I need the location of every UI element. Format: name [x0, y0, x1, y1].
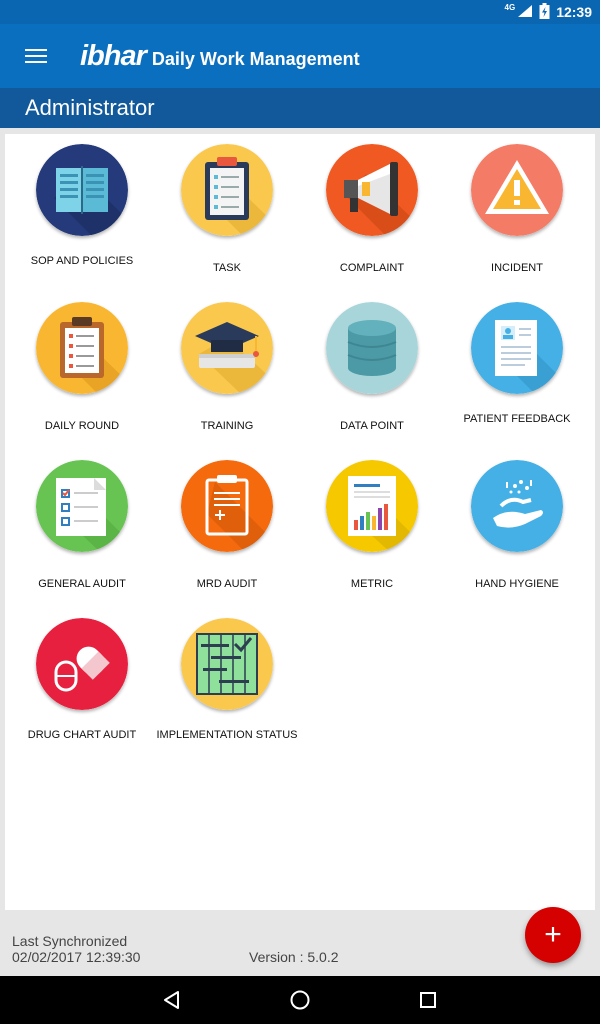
graduation-cap-icon — [181, 302, 273, 394]
module-label: DAILY ROUND — [44, 420, 120, 432]
module-label: PATIENT FEEDBACK — [463, 413, 571, 425]
module-training[interactable]: TRAINING — [154, 292, 300, 442]
module-label: SOP AND POLICIES — [30, 255, 134, 267]
brand-logo: ibhar — [80, 40, 147, 72]
module-label: MRD AUDIT — [196, 578, 258, 590]
system-nav-bar — [0, 976, 600, 1024]
brand: ibhar Daily Work Management — [80, 38, 360, 74]
module-hand-hygiene[interactable]: HAND HYGIENE — [444, 450, 590, 600]
module-metric[interactable]: METRIC — [299, 450, 445, 600]
role-header: Administrator — [0, 88, 600, 128]
status-grid-icon — [181, 618, 273, 710]
module-general-audit[interactable]: GENERAL AUDIT — [9, 450, 155, 600]
last-synchronized-time: 02/02/2017 12:39:30 — [12, 949, 141, 965]
hand-wash-icon — [471, 460, 563, 552]
module-complaint[interactable]: COMPLAINT — [299, 134, 445, 284]
status-time: 12:39 — [556, 4, 592, 20]
checkbox-list-icon — [36, 460, 128, 552]
module-label: INCIDENT — [491, 262, 543, 274]
pill-icon — [36, 618, 128, 710]
signal-icon — [517, 4, 533, 21]
module-patient-feedback[interactable]: PATIENT FEEDBACK — [444, 292, 590, 442]
network-type-label: 4G — [504, 2, 516, 12]
module-label: TASK — [213, 262, 241, 274]
module-incident[interactable]: INCIDENT — [444, 134, 590, 284]
bar-report-icon — [326, 460, 418, 552]
module-label: DRUG CHART AUDIT — [27, 729, 137, 741]
app-title: Daily Work Management — [151, 49, 360, 69]
warning-icon — [471, 144, 563, 236]
patient-document-icon — [471, 302, 563, 394]
last-synchronized-label: Last Synchronized — [12, 933, 128, 949]
clipboard-icon — [181, 144, 273, 236]
footer: Last Synchronized 02/02/2017 12:39:30 Ve… — [0, 910, 600, 976]
module-daily-round[interactable]: DAILY ROUND — [9, 292, 155, 442]
module-label: DATA POINT — [340, 420, 404, 432]
recents-icon[interactable] — [416, 988, 440, 1012]
home-icon[interactable] — [288, 988, 312, 1012]
add-button[interactable]: + — [525, 907, 581, 963]
checklist-clipboard-icon — [36, 302, 128, 394]
module-label: GENERAL AUDIT — [38, 578, 126, 590]
battery-icon — [539, 2, 550, 22]
module-task[interactable]: TASK — [154, 134, 300, 284]
megaphone-icon — [326, 144, 418, 236]
module-label: IMPLEMENTATION STATUS — [156, 729, 298, 741]
app-bar: ibhar Daily Work Management — [0, 24, 600, 88]
status-indicators: 4G 12:39 — [504, 2, 592, 22]
add-icon: + — [544, 918, 562, 951]
module-grid: SOP AND POLICIES TASK COMPLAINT INCIDENT… — [5, 134, 595, 910]
back-icon[interactable] — [160, 988, 184, 1012]
book-icon — [36, 144, 128, 236]
module-data-point[interactable]: DATA POINT — [299, 292, 445, 442]
module-implementation-status[interactable]: IMPLEMENTATION STATUS — [154, 608, 300, 758]
hamburger-menu-icon[interactable] — [20, 40, 52, 72]
module-label: HAND HYGIENE — [475, 578, 559, 590]
status-bar: 4G 12:39 — [0, 0, 600, 24]
database-icon — [326, 302, 418, 394]
module-label: METRIC — [350, 578, 394, 590]
module-label: TRAINING — [200, 420, 254, 432]
module-label: COMPLAINT — [339, 262, 405, 274]
module-sop-and-policies[interactable]: SOP AND POLICIES — [9, 134, 155, 284]
medical-record-icon — [181, 460, 273, 552]
app-version: Version : 5.0.2 — [249, 949, 339, 965]
module-mrd-audit[interactable]: MRD AUDIT — [154, 450, 300, 600]
module-drug-chart-audit[interactable]: DRUG CHART AUDIT — [9, 608, 155, 758]
